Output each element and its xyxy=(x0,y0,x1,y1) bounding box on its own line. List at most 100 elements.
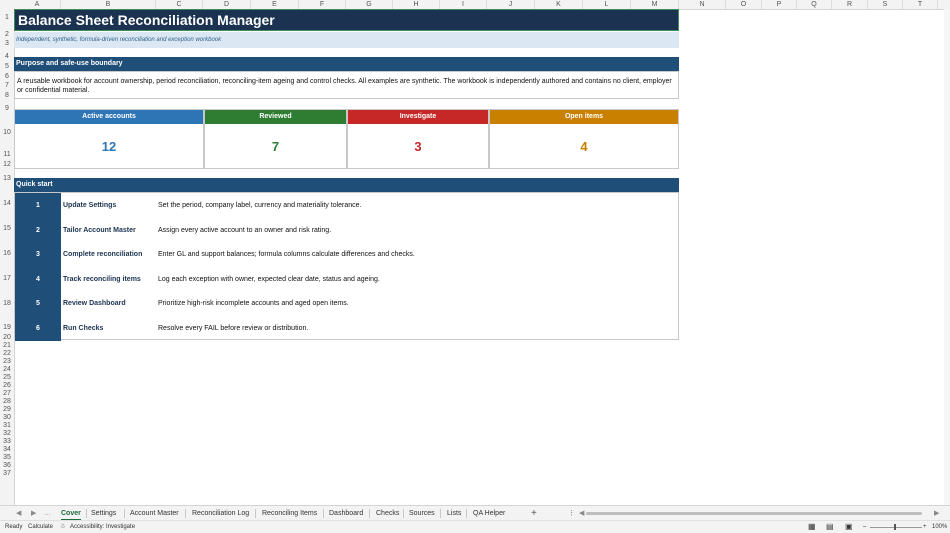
column-header[interactable]: F xyxy=(299,0,346,9)
tab-checks[interactable]: Checks xyxy=(376,506,399,521)
column-header[interactable]: R xyxy=(832,0,868,9)
vertical-scrollbar[interactable] xyxy=(944,9,950,505)
kpi-reviewed[interactable]: Reviewed 7 xyxy=(204,109,347,169)
row-header[interactable]: 36 xyxy=(0,462,14,469)
column-header[interactable]: T xyxy=(903,0,938,9)
row-header[interactable]: 11 xyxy=(0,151,14,158)
tab-account-master[interactable]: Account Master xyxy=(130,506,179,521)
purpose-heading[interactable]: Purpose and safe-use boundary xyxy=(14,57,679,71)
row-header[interactable]: 31 xyxy=(0,422,14,429)
column-header[interactable]: A xyxy=(14,0,61,9)
row-header[interactable]: 4 xyxy=(0,53,14,60)
quickstart-step[interactable]: 5 Review Dashboard Prioritize high-risk … xyxy=(15,291,680,316)
tab-cover[interactable]: Cover xyxy=(61,506,81,521)
row-header[interactable]: 1 xyxy=(0,14,14,21)
quickstart-step[interactable]: 3 Complete reconciliation Enter GL and s… xyxy=(15,242,680,267)
tab-qa-helper[interactable]: QA Helper xyxy=(473,506,505,521)
row-header[interactable]: 37 xyxy=(0,470,14,477)
row-header[interactable]: 9 xyxy=(0,105,14,112)
page-break-icon[interactable]: ▣ xyxy=(845,521,853,533)
tab-reconciliation-log[interactable]: Reconciliation Log xyxy=(192,506,249,521)
row-header[interactable]: 29 xyxy=(0,406,14,413)
row-header[interactable]: 8 xyxy=(0,92,14,99)
row-header[interactable]: 25 xyxy=(0,374,14,381)
status-accessibility[interactable]: Accessibility: Investigate xyxy=(70,521,135,533)
column-header[interactable]: B xyxy=(61,0,156,9)
kpi-investigate[interactable]: Investigate 3 xyxy=(347,109,489,169)
row-header[interactable]: 34 xyxy=(0,446,14,453)
row-header[interactable]: 16 xyxy=(0,250,14,257)
row-header[interactable]: 32 xyxy=(0,430,14,437)
zoom-slider[interactable] xyxy=(870,527,922,528)
row-header[interactable]: 3 xyxy=(0,40,14,47)
column-header[interactable]: K xyxy=(535,0,583,9)
zoom-slider-thumb[interactable] xyxy=(894,524,896,530)
tab-dashboard[interactable]: Dashboard xyxy=(329,506,363,521)
column-header[interactable]: L xyxy=(583,0,631,9)
row-header[interactable]: 15 xyxy=(0,225,14,232)
page-layout-icon[interactable]: ▤ xyxy=(826,521,834,533)
kpi-open-items[interactable]: Open items 4 xyxy=(489,109,679,169)
quickstart-step[interactable]: 4 Track reconciling items Log each excep… xyxy=(15,266,680,292)
column-header[interactable]: P xyxy=(762,0,797,9)
sheet-subtitle[interactable]: Independent, synthetic, formula-driven r… xyxy=(14,32,679,48)
column-header[interactable]: D xyxy=(203,0,251,9)
hscroll-right-icon[interactable]: ▶ xyxy=(934,506,939,521)
sheet-title[interactable]: Balance Sheet Reconciliation Manager xyxy=(14,9,679,31)
row-header[interactable]: 10 xyxy=(0,129,14,136)
column-header[interactable]: G xyxy=(346,0,393,9)
column-header[interactable]: I xyxy=(440,0,487,9)
column-header[interactable]: E xyxy=(251,0,299,9)
tab-sources[interactable]: Sources xyxy=(409,506,435,521)
status-calculate[interactable]: Calculate xyxy=(28,521,53,533)
horizontal-scrollbar[interactable] xyxy=(586,512,922,515)
row-header[interactable]: 23 xyxy=(0,358,14,365)
row-header[interactable]: 26 xyxy=(0,382,14,389)
add-sheet-icon[interactable]: + xyxy=(531,506,537,521)
row-header[interactable]: 5 xyxy=(0,63,14,70)
zoom-out-icon[interactable]: – xyxy=(863,521,866,533)
row-header[interactable]: 22 xyxy=(0,350,14,357)
normal-view-icon[interactable]: ▦ xyxy=(808,521,816,533)
column-header[interactable]: Q xyxy=(797,0,832,9)
row-header[interactable]: 18 xyxy=(0,300,14,307)
tab-reconciling-items[interactable]: Reconciling Items xyxy=(262,506,317,521)
row-header[interactable]: 24 xyxy=(0,366,14,373)
hscroll-left-icon[interactable]: ◀ xyxy=(579,506,584,521)
quickstart-step[interactable]: 1 Update Settings Set the period, compan… xyxy=(15,193,680,218)
column-header[interactable]: N xyxy=(679,0,726,9)
row-header[interactable]: 27 xyxy=(0,390,14,397)
row-header[interactable]: 19 xyxy=(0,324,14,331)
column-header[interactable]: J xyxy=(487,0,535,9)
row-header[interactable]: 28 xyxy=(0,398,14,405)
tab-more-icon[interactable]: … xyxy=(44,506,51,521)
purpose-body[interactable]: A reusable workbook for account ownershi… xyxy=(14,71,679,99)
quickstart-step[interactable]: 6 Run Checks Resolve every FAIL before r… xyxy=(15,315,680,341)
zoom-in-icon[interactable]: + xyxy=(923,521,927,533)
row-header[interactable]: 13 xyxy=(0,175,14,182)
zoom-level[interactable]: 100% xyxy=(932,521,947,533)
column-header[interactable]: M xyxy=(631,0,679,9)
kpi-active-accounts[interactable]: Active accounts 12 xyxy=(14,109,204,169)
tab-scroll-left-icon[interactable]: ◀ xyxy=(16,506,21,521)
row-header[interactable]: 6 xyxy=(0,73,14,80)
column-header[interactable]: H xyxy=(393,0,440,9)
more-options-icon[interactable]: ⋮ xyxy=(568,506,575,521)
row-header[interactable]: 7 xyxy=(0,82,14,89)
row-header[interactable]: 2 xyxy=(0,31,14,38)
row-header[interactable]: 12 xyxy=(0,161,14,168)
column-header[interactable]: S xyxy=(868,0,903,9)
column-header[interactable]: O xyxy=(726,0,762,9)
quickstart-heading[interactable]: Quick start xyxy=(14,178,679,192)
row-header[interactable]: 30 xyxy=(0,414,14,421)
row-header[interactable]: 14 xyxy=(0,200,14,207)
column-header[interactable]: C xyxy=(156,0,203,9)
tab-scroll-right-icon[interactable]: ▶ xyxy=(31,506,36,521)
row-header[interactable]: 33 xyxy=(0,438,14,445)
row-header[interactable]: 20 xyxy=(0,334,14,341)
worksheet-grid[interactable]: Balance Sheet Reconciliation Manager Ind… xyxy=(14,9,944,505)
tab-lists[interactable]: Lists xyxy=(447,506,461,521)
row-header[interactable]: 35 xyxy=(0,454,14,461)
row-header[interactable]: 21 xyxy=(0,342,14,349)
tab-settings[interactable]: Settings xyxy=(91,506,116,521)
